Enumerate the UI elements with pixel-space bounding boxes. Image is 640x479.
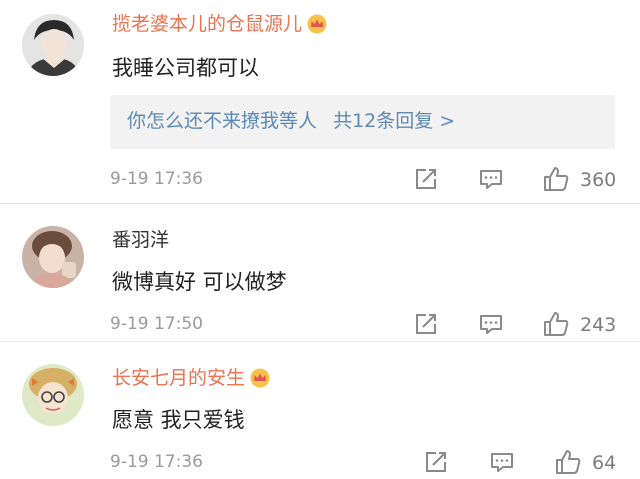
username-text[interactable]: 揽老婆本儿的仓鼠源儿 — [112, 12, 302, 36]
like-count: 360 — [580, 169, 617, 191]
username-link[interactable]: 揽老婆本儿的仓鼠源儿 — [112, 12, 328, 36]
timestamp: 9-19 17:36 — [110, 452, 203, 472]
repost-icon[interactable] — [412, 310, 440, 338]
timestamp: 9-19 17:50 — [110, 314, 203, 334]
repost-icon[interactable] — [422, 448, 450, 476]
comment-icon[interactable] — [477, 310, 505, 338]
username-text[interactable]: 长安七月的安生 — [112, 366, 245, 390]
comment-item: 番羽洋 微博真好 可以做梦 9-19 17:50 243 — [0, 204, 640, 342]
more-replies-link[interactable]: 共12条回复 > — [333, 110, 455, 132]
comment-footer: 9-19 17:50 243 — [110, 310, 620, 340]
comment-text: 愿意 我只爱钱 — [112, 408, 245, 432]
vip-crown-icon — [249, 368, 271, 388]
comment-footer: 9-19 17:36 360 — [110, 165, 620, 195]
timestamp: 9-19 17:36 — [110, 169, 203, 189]
comment-text: 微博真好 可以做梦 — [112, 270, 287, 294]
avatar[interactable] — [22, 226, 84, 288]
reply-summary[interactable]: 你怎么还不来撩我等人 — [127, 110, 317, 132]
reply-preview[interactable]: 你怎么还不来撩我等人 共12条回复 > — [110, 95, 615, 149]
vip-crown-icon — [306, 14, 328, 34]
comment-footer: 9-19 17:36 64 — [110, 448, 620, 478]
avatar[interactable] — [22, 364, 84, 426]
like-count: 243 — [580, 314, 617, 336]
comment-text: 我睡公司都可以 — [112, 56, 259, 80]
avatar[interactable] — [22, 14, 84, 76]
username-link[interactable]: 长安七月的安生 — [112, 366, 271, 390]
repost-icon[interactable] — [412, 165, 440, 193]
like-count: 64 — [592, 452, 617, 474]
comment-item: 长安七月的安生 愿意 我只爱钱 9-19 17:36 64 — [0, 342, 640, 479]
comment-icon[interactable] — [477, 165, 505, 193]
like-icon[interactable] — [542, 165, 570, 193]
comment-item: 揽老婆本儿的仓鼠源儿 我睡公司都可以 你怎么还不来撩我等人 共12条回复 > 9… — [0, 0, 640, 204]
username-link[interactable]: 番羽洋 — [112, 228, 169, 252]
like-icon[interactable] — [554, 448, 582, 476]
username-text[interactable]: 番羽洋 — [112, 228, 169, 252]
like-icon[interactable] — [542, 310, 570, 338]
comment-icon[interactable] — [488, 448, 516, 476]
